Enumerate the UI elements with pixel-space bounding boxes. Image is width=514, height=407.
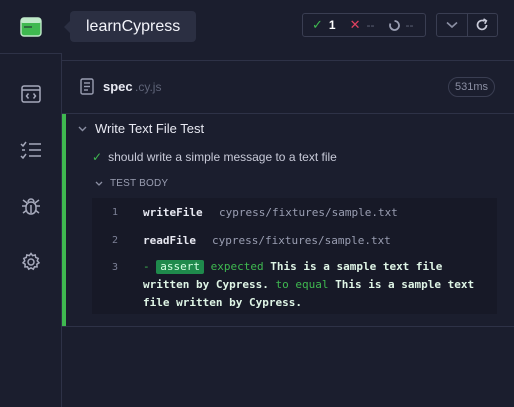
spec-duration: 531ms [448,77,496,97]
gear-icon [21,252,41,271]
command-message: cypress/fixtures/sample.txt [212,234,391,247]
browser-code-icon [21,85,41,103]
suite-title: Write Text File Test [95,121,205,136]
command-name: readFile [143,234,196,247]
check-icon: ✓ [312,17,323,32]
refresh-icon [477,18,488,31]
failed-stat[interactable]: ✕ -- [350,17,375,33]
spec-name[interactable]: spec [103,79,133,94]
command-log: 1 writeFile cypress/fixtures/sample.txt … [92,198,497,314]
app-logo-button[interactable] [0,0,62,54]
pending-stat[interactable]: -- [388,18,414,32]
test-body-label: TEST BODY [110,178,169,189]
sidebar-item-debug[interactable] [0,180,62,232]
bug-icon [22,198,40,215]
failed-count: -- [366,18,375,32]
runner-controls [436,13,498,37]
command-row[interactable]: 1 writeFile cypress/fixtures/sample.txt [92,204,497,224]
chevron-down-icon [95,181,103,186]
assert-badge: assert [156,260,204,274]
test-stats: ✓ 1 ✕ -- -- [302,13,426,37]
sidebar [0,0,62,407]
chevron-down-icon [446,21,458,29]
command-number: 1 [112,207,119,218]
command-name: writeFile [143,206,203,219]
document-icon [80,78,94,95]
test-row[interactable]: ✓ should write a simple message to a tex… [92,150,337,164]
reporter-header: ✓ 1 ✕ -- -- [62,0,514,54]
to-equal-keyword: to equal [275,278,329,291]
x-icon: ✕ [349,17,361,32]
sidebar-item-specs[interactable] [0,68,62,120]
expected-keyword: expected [210,260,264,273]
collapse-all-button[interactable] [437,14,467,36]
assert-message[interactable]: - assert expected This is a sample text … [143,258,483,312]
cypress-runner: learnCypress ✓ 1 ✕ -- -- spec .cy.js 531… [0,0,514,407]
spec-header: spec .cy.js 531ms [62,60,514,114]
sidebar-item-runs[interactable] [0,124,62,176]
suite-header[interactable]: Write Text File Test [78,121,204,136]
pending-circle-icon [388,19,400,31]
command-row[interactable]: 2 readFile cypress/fixtures/sample.txt [92,232,497,252]
cypress-app-icon [20,16,42,37]
restart-button[interactable] [466,14,497,36]
chevron-down-icon [78,126,87,131]
test-body-toggle[interactable]: TEST BODY [95,178,168,189]
suite-status-bar [62,114,66,326]
passed-stat[interactable]: ✓ 1 [312,17,336,33]
pending-count: -- [405,18,414,32]
command-number: 3 [112,262,119,273]
list-check-icon [20,141,41,159]
check-icon: ✓ [92,150,103,164]
command-number: 2 [112,235,119,246]
test-suite: Write Text File Test ✓ should write a si… [62,114,514,327]
command-message: cypress/fixtures/sample.txt [219,206,398,219]
test-title: should write a simple message to a text … [108,150,337,164]
passed-count: 1 [328,18,336,32]
sidebar-item-settings[interactable] [0,236,62,288]
spec-extension: .cy.js [135,80,162,94]
assert-dash: - [143,260,150,273]
